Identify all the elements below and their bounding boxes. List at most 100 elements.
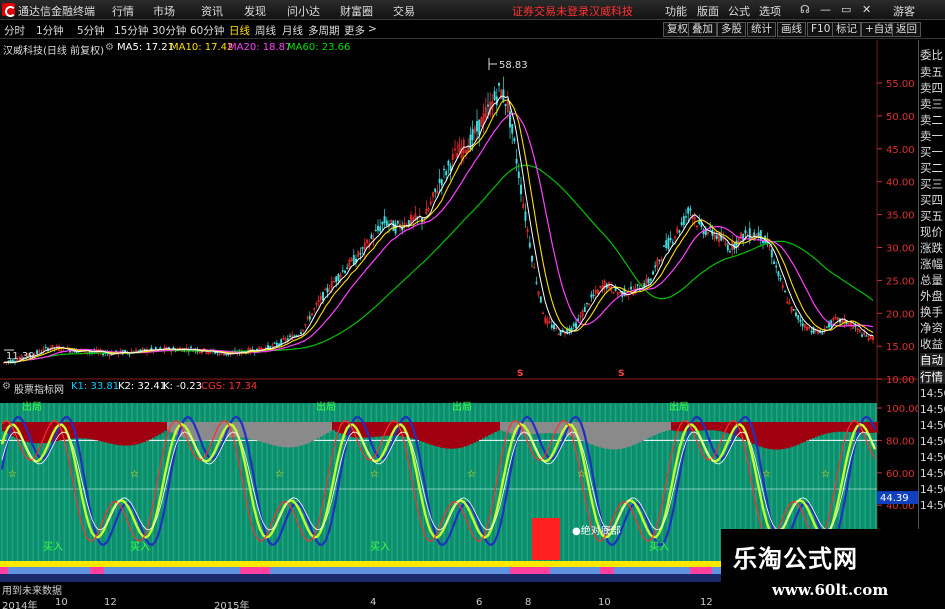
period-weekly[interactable]: 周线 bbox=[255, 23, 276, 38]
side-panel-item[interactable]: 涨跌 bbox=[920, 241, 945, 255]
side-panel-item[interactable]: 买二 bbox=[920, 161, 945, 175]
indicator-settings-icon[interactable]: ⚙ bbox=[2, 381, 11, 392]
period-more[interactable]: 更多 bbox=[344, 23, 365, 38]
candle-body bbox=[159, 347, 162, 350]
price-tick-label: 25.00 bbox=[886, 276, 915, 287]
indicator-band bbox=[302, 422, 305, 445]
indicator-band bbox=[473, 422, 476, 443]
candle-body bbox=[88, 351, 91, 354]
indicator-tick-label: 80.00 bbox=[886, 436, 915, 447]
indicator-band bbox=[500, 422, 503, 431]
indicator-band bbox=[833, 422, 836, 433]
period-fenshi[interactable]: 分时 bbox=[4, 23, 25, 38]
period-1min[interactable]: 1分钟 bbox=[36, 23, 64, 38]
ma10-label: MA10: 17.42 bbox=[170, 42, 234, 53]
side-panel-item[interactable]: 行情 bbox=[920, 370, 945, 384]
side-panel-item[interactable]: 净资 bbox=[920, 321, 945, 335]
login-notice[interactable]: 证券交易未登录 bbox=[512, 3, 589, 19]
side-panel-item[interactable]: 买三 bbox=[920, 177, 945, 191]
side-panel-item[interactable]: 14:50 bbox=[920, 451, 945, 465]
button-fanhui[interactable]: 返回 bbox=[892, 22, 921, 37]
settings-gear-icon[interactable]: ⚙ bbox=[105, 42, 114, 53]
menu-jiaoyi[interactable]: 交易 bbox=[393, 3, 415, 19]
side-panel-item[interactable]: 买四 bbox=[920, 193, 945, 207]
indicator-band bbox=[824, 422, 827, 434]
side-panel-item[interactable]: 卖四 bbox=[920, 81, 945, 95]
minimize-icon[interactable]: — bbox=[820, 3, 831, 16]
menu-faxian[interactable]: 发现 bbox=[244, 3, 266, 19]
side-panel-item[interactable]: 委比 bbox=[920, 48, 945, 62]
side-panel-item[interactable]: 14:50 bbox=[920, 387, 945, 401]
indicator-band bbox=[716, 422, 719, 431]
kline-chart-area[interactable]: 55.00 50.00 45.00 40.00 35.00 30.00 25.00 20.00… bbox=[0, 40, 918, 609]
period-5min[interactable]: 5分钟 bbox=[77, 23, 105, 38]
close-icon[interactable]: ✕ bbox=[862, 3, 871, 16]
button-duogu[interactable]: 多股 bbox=[717, 22, 746, 37]
side-panel-item[interactable]: 14:50 bbox=[920, 403, 945, 417]
period-monthly[interactable]: 月线 bbox=[282, 23, 303, 38]
button-tongji[interactable]: 统计 bbox=[747, 22, 776, 37]
menu-caifuquan[interactable]: 财富圈 bbox=[340, 3, 373, 19]
button-diejia[interactable]: 叠加 bbox=[688, 22, 717, 37]
indicator-band bbox=[122, 422, 125, 446]
side-panel-item[interactable]: 14:50 bbox=[920, 419, 945, 433]
menu-wenxiaoda[interactable]: 问小达 bbox=[287, 3, 320, 19]
side-panel-item[interactable]: 卖二 bbox=[920, 113, 945, 127]
indicator-band bbox=[317, 422, 320, 439]
indicator-band bbox=[713, 422, 716, 431]
side-panel-item[interactable]: 14:50 bbox=[920, 435, 945, 449]
indicator-band bbox=[77, 422, 80, 439]
date-label: 10 bbox=[598, 597, 611, 608]
side-panel-item[interactable]: 换手 bbox=[920, 305, 945, 319]
restore-icon[interactable]: ▭ bbox=[841, 3, 851, 16]
side-panel-item[interactable]: 自动 bbox=[920, 353, 945, 367]
side-panel-item[interactable]: 卖三 bbox=[920, 97, 945, 111]
side-panel-item[interactable]: 涨幅 bbox=[920, 257, 945, 271]
side-panel-item[interactable]: 收益 bbox=[920, 337, 945, 351]
menu-xuanxiang[interactable]: 选项 bbox=[759, 3, 781, 19]
menu-shichang[interactable]: 市场 bbox=[153, 3, 175, 19]
guest-label[interactable]: 游客 bbox=[893, 3, 915, 19]
menu-gongneng[interactable]: 功能 bbox=[665, 3, 687, 19]
button-biaoji[interactable]: 标记 bbox=[832, 22, 861, 37]
side-panel-item[interactable]: 14:50 bbox=[920, 499, 945, 513]
period-multi[interactable]: 多周期 bbox=[308, 23, 340, 38]
button-f10[interactable]: F10 bbox=[807, 22, 835, 37]
menu-hangqing[interactable]: 行情 bbox=[112, 3, 134, 19]
indicator-band bbox=[548, 422, 551, 434]
menu-bar: 通达信金融终端 行情 市场 资讯 发现 问小达 财富圈 交易 证券交易未登录 汉… bbox=[0, 0, 945, 20]
menu-zixun[interactable]: 资讯 bbox=[201, 3, 223, 19]
menu-gongshi[interactable]: 公式 bbox=[728, 3, 750, 19]
period-60min[interactable]: 60分钟 bbox=[190, 23, 224, 38]
candle-body bbox=[654, 265, 657, 268]
candle-body bbox=[663, 245, 665, 247]
period-15min[interactable]: 15分钟 bbox=[114, 23, 148, 38]
indicator-band bbox=[665, 422, 668, 431]
button-huaxian[interactable]: 画线 bbox=[777, 22, 806, 37]
indicator-band bbox=[308, 422, 311, 443]
side-panel-item[interactable]: 现价 bbox=[920, 225, 945, 239]
side-panel-item[interactable]: 14:50 bbox=[920, 467, 945, 481]
indicator-band bbox=[656, 422, 659, 435]
indicator-band bbox=[812, 422, 815, 438]
more-arrow-icon[interactable]: > bbox=[368, 23, 377, 35]
period-30min[interactable]: 30分钟 bbox=[152, 23, 186, 38]
side-panel-item[interactable]: 总量 bbox=[920, 273, 945, 287]
candle-body bbox=[383, 216, 386, 224]
side-panel-item[interactable]: 买一 bbox=[920, 145, 945, 159]
candle-body bbox=[535, 282, 538, 284]
side-panel-item[interactable]: 卖一 bbox=[920, 129, 945, 143]
menu-banmian[interactable]: 版面 bbox=[697, 3, 719, 19]
indicator-band bbox=[209, 422, 212, 441]
side-panel-item[interactable]: 买五 bbox=[920, 209, 945, 223]
date-label: 2014年 bbox=[2, 601, 38, 609]
side-panel-item[interactable]: 外盘 bbox=[920, 289, 945, 303]
indicator-band bbox=[539, 422, 542, 434]
side-panel-item[interactable]: 14:50 bbox=[920, 483, 945, 497]
period-daily[interactable]: 日线 bbox=[229, 23, 250, 38]
side-panel-item[interactable]: 卖五 bbox=[920, 65, 945, 79]
indicator-band bbox=[248, 422, 251, 439]
headset-icon[interactable]: ☊ bbox=[800, 3, 810, 16]
indicator-band bbox=[158, 422, 161, 435]
indicator-band bbox=[326, 422, 329, 434]
